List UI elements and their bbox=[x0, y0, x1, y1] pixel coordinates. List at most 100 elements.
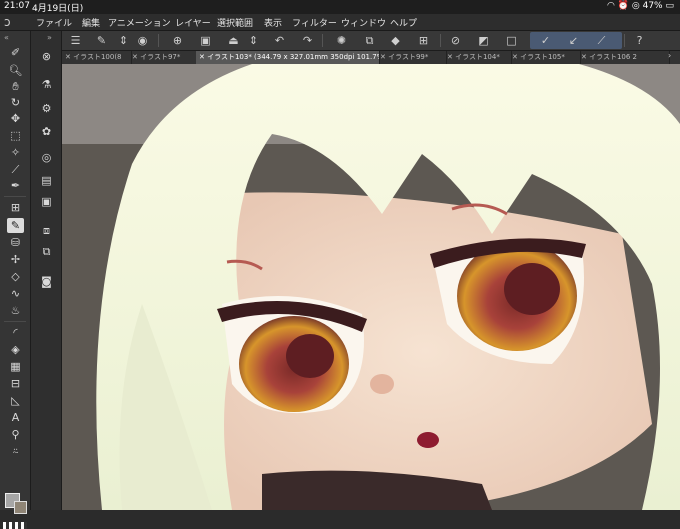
eraser-icon[interactable]: ◇ bbox=[7, 269, 24, 284]
nose bbox=[370, 374, 394, 394]
undo-icon[interactable]: ↶ bbox=[272, 33, 287, 48]
color-wheel-icon[interactable]: ◎ bbox=[38, 150, 55, 165]
tab-label: イラスト100(8 bbox=[73, 53, 122, 61]
canvas-tab-bar: ✕ イラスト100(8 ✕ イラスト97* ✕ イラスト103* (344.79… bbox=[62, 51, 680, 64]
gradient-icon[interactable]: ▦ bbox=[7, 359, 24, 374]
liquify-icon[interactable]: ◜ bbox=[7, 325, 24, 340]
tab-label: イラスト99* bbox=[388, 53, 429, 61]
battery-percent: 47% bbox=[642, 1, 663, 11]
rotate-icon[interactable]: ↻ bbox=[7, 95, 24, 110]
canvas-tab[interactable]: ✕ イラスト106 2 bbox=[578, 51, 670, 64]
clip-studio-logo-icon[interactable]: ↄ bbox=[4, 15, 11, 29]
artwork-illustration bbox=[62, 64, 680, 510]
clip-studio-icon[interactable]: ◉ bbox=[135, 33, 150, 48]
status-right: ◠ ⏰ ◎ 47% ▭ bbox=[607, 1, 674, 11]
new-canvas-icon[interactable]: ✎ bbox=[94, 33, 109, 48]
menu-animation[interactable]: アニメーション bbox=[108, 16, 171, 29]
magic-wand-icon[interactable]: ✧ bbox=[7, 145, 24, 160]
brush-size-icon[interactable]: ✿ bbox=[38, 124, 55, 139]
right-pupil bbox=[504, 263, 560, 315]
frame-border-icon[interactable]: ⊟ bbox=[7, 376, 24, 391]
fill-icon[interactable]: ◆ bbox=[388, 33, 403, 48]
canvas-tab[interactable]: ✕ イラスト100(8 bbox=[62, 51, 132, 64]
menu-filter[interactable]: フィルター bbox=[292, 16, 337, 29]
color-set-icon[interactable]: ▣ bbox=[38, 194, 55, 209]
command-separator bbox=[624, 34, 625, 47]
eyedropper-icon[interactable]: ⟋ bbox=[7, 162, 24, 177]
selection-clear-icon[interactable]: ⊘ bbox=[448, 33, 463, 48]
pen-nib-icon[interactable]: ✒ bbox=[7, 178, 24, 193]
help-icon[interactable]: ? bbox=[632, 33, 647, 48]
hand-icon[interactable]: ✋︎ bbox=[7, 79, 24, 94]
command-separator bbox=[322, 34, 323, 47]
balloon-icon[interactable]: ⍨ bbox=[7, 444, 24, 459]
lock-rotation-icon: ◎ bbox=[631, 1, 640, 11]
camera-icon[interactable]: ◙ bbox=[38, 274, 55, 289]
move-icon[interactable]: ✥ bbox=[7, 111, 24, 126]
panel-collapse-icon[interactable]: « bbox=[4, 33, 9, 42]
command-separator bbox=[158, 34, 159, 47]
pen-tool-icon[interactable]: ✐ bbox=[7, 45, 24, 60]
chevron-updown-icon[interactable]: ⇕ bbox=[246, 33, 261, 48]
brush-tool-active-icon[interactable]: ✎ bbox=[7, 218, 24, 233]
left-pupil bbox=[286, 334, 334, 378]
navigator-icon[interactable]: ⊗ bbox=[38, 49, 55, 64]
drawing-canvas[interactable] bbox=[62, 64, 680, 510]
canvas-tab[interactable]: ✕ イラスト105* bbox=[509, 51, 581, 64]
decoration-icon[interactable]: ✢ bbox=[7, 252, 24, 267]
tab-label: イラスト103* (344.79 x 327.01mm 350dpi 101.7… bbox=[207, 53, 380, 61]
fill-bucket-icon[interactable]: ◈ bbox=[7, 342, 24, 357]
menu-edit[interactable]: 編集 bbox=[82, 16, 100, 29]
snap-special-ruler-icon[interactable]: ↙ bbox=[566, 33, 581, 48]
text-icon[interactable]: A bbox=[7, 410, 24, 425]
correction-icon[interactable]: ⚲ bbox=[7, 427, 24, 442]
selection-icon[interactable]: ⬚ bbox=[7, 128, 24, 143]
command-separator bbox=[440, 34, 441, 47]
battery-icon: ▭ bbox=[665, 1, 674, 11]
redo-icon[interactable]: ↷ bbox=[300, 33, 315, 48]
operation-icon[interactable]: ⊞ bbox=[7, 200, 24, 215]
color-slider-icon[interactable]: ▤ bbox=[38, 173, 55, 188]
menu-layer[interactable]: レイヤー bbox=[175, 16, 211, 29]
crop-icon[interactable]: ⊞ bbox=[416, 33, 431, 48]
sub-tool-panel: » ⊗ ⚗ ⚙ ✿ ◎ ▤ ▣ ⧈ ⧉ ◙ bbox=[31, 31, 62, 510]
panel-expand-icon[interactable]: » bbox=[47, 33, 52, 42]
loading-icon[interactable]: ✺ bbox=[334, 33, 349, 48]
tool-property-icon[interactable]: ⚙ bbox=[38, 101, 55, 116]
new-file-icon[interactable]: ⊕ bbox=[170, 33, 185, 48]
transform-icon[interactable]: ⧉ bbox=[362, 33, 377, 48]
menu-help[interactable]: ヘルプ bbox=[390, 16, 417, 29]
menu-selection[interactable]: 選択範囲 bbox=[217, 16, 253, 29]
save-icon[interactable]: ⏏ bbox=[226, 33, 241, 48]
ios-status-bar: 21:07 4月19日(日) ◠ ⏰ ◎ 47% ▭ bbox=[0, 0, 680, 14]
snap-ruler-icon[interactable]: ✓ bbox=[538, 33, 553, 48]
status-time: 21:07 bbox=[4, 1, 30, 11]
hamburger-menu-icon[interactable]: ☰ bbox=[68, 33, 83, 48]
vector-icon[interactable]: ∿ bbox=[7, 286, 24, 301]
ruler-icon[interactable]: ◺ bbox=[7, 393, 24, 408]
tab-label: イラスト106 2 bbox=[589, 53, 637, 61]
chevron-updown-icon[interactable]: ⇕ bbox=[116, 33, 131, 48]
selection-invert-icon[interactable]: ◩ bbox=[476, 33, 491, 48]
canvas-tab[interactable]: ✕ イラスト104* bbox=[444, 51, 512, 64]
transparent-color-swatch[interactable] bbox=[3, 522, 27, 529]
selection-border-icon[interactable]: □ bbox=[504, 33, 519, 48]
airbrush-icon[interactable]: ⛁ bbox=[7, 235, 24, 250]
tab-label: イラスト104* bbox=[455, 53, 500, 61]
canvas-tab-active[interactable]: ✕ イラスト103* (344.79 x 327.01mm 350dpi 101… bbox=[196, 51, 380, 64]
sub-tool-icon[interactable]: ⚗ bbox=[38, 77, 55, 92]
menu-view[interactable]: 表示 bbox=[264, 16, 282, 29]
zoom-icon[interactable]: 🔍︎ bbox=[7, 63, 24, 78]
menu-window[interactable]: ウィンドウ bbox=[341, 16, 386, 29]
layer-property-icon[interactable]: ⧈ bbox=[38, 223, 55, 238]
tab-overflow-chevron-icon[interactable]: › bbox=[668, 51, 671, 60]
open-folder-icon[interactable]: ▣ bbox=[198, 33, 213, 48]
menu-file[interactable]: ファイル bbox=[36, 16, 72, 29]
blend-icon[interactable]: ♨ bbox=[7, 303, 24, 318]
canvas-tab[interactable]: ✕ イラスト97* bbox=[129, 51, 199, 64]
canvas-tab[interactable]: ✕ イラスト99* bbox=[377, 51, 447, 64]
snap-grid-icon[interactable]: ⟋ bbox=[594, 33, 609, 48]
status-date: 4月19日(日) bbox=[32, 4, 84, 14]
sub-color-swatch[interactable] bbox=[14, 501, 27, 514]
layer-icon[interactable]: ⧉ bbox=[38, 244, 55, 259]
